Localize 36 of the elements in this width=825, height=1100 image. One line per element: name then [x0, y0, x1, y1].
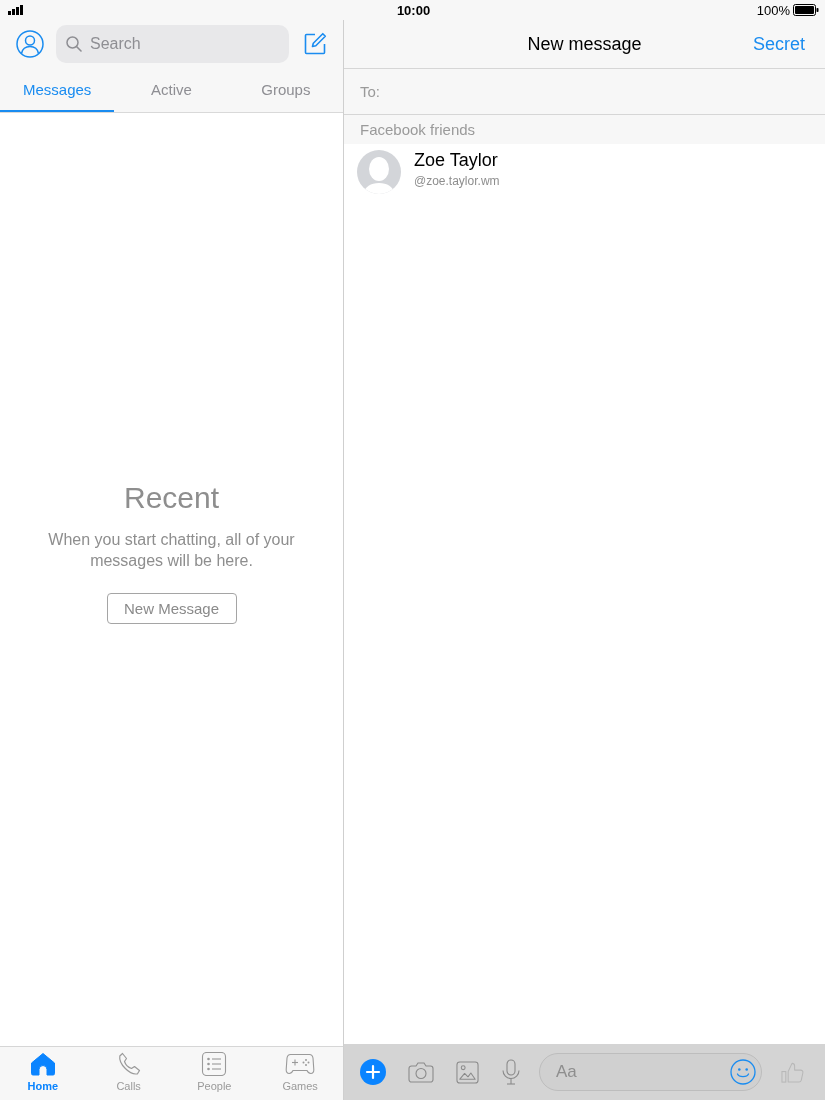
secret-button[interactable]: Secret — [752, 33, 805, 55]
emoji-icon[interactable] — [730, 1059, 756, 1085]
search-field[interactable]: Search — [56, 25, 289, 63]
tab[interactable]: Messages — [0, 68, 115, 112]
recipient-label: To: — [360, 83, 380, 100]
microphone-icon[interactable] — [501, 1059, 521, 1085]
thumbs-up-icon[interactable] — [781, 1060, 804, 1084]
avatar-icon — [357, 149, 401, 194]
tab-bar-item[interactable]: Games — [257, 1047, 343, 1100]
tab[interactable]: Groups — [228, 68, 343, 112]
tab[interactable]: Active — [114, 68, 229, 112]
section-header: Facebook friends — [344, 115, 825, 144]
battery-percent: 100% — [756, 2, 790, 18]
new-message-button[interactable]: New Message — [106, 592, 237, 624]
home-icon — [29, 1052, 56, 1076]
image-icon[interactable] — [456, 1060, 479, 1084]
message-field[interactable]: Aa — [539, 1053, 762, 1091]
camera-icon[interactable] — [408, 1061, 434, 1083]
search-icon — [66, 36, 82, 52]
battery-icon — [793, 4, 819, 16]
tab-bar-item[interactable]: People — [171, 1047, 258, 1100]
tab-bar-item[interactable]: Home — [0, 1047, 86, 1100]
screen-title: New message — [527, 33, 642, 55]
contact-name[interactable]: Zoe Taylor — [414, 149, 498, 171]
gamepad-icon — [285, 1052, 316, 1076]
signal-icon — [8, 5, 23, 15]
compose-icon[interactable] — [303, 32, 327, 56]
profile-icon[interactable] — [16, 30, 44, 58]
tab-bar-item[interactable]: Calls — [85, 1047, 172, 1100]
status-time: 10:00 — [396, 2, 431, 18]
contact-username: @zoe.taylor.wm — [414, 173, 500, 188]
contact-list-icon — [201, 1052, 228, 1076]
empty-message: When you start chatting, all of your messages will be here. — [47, 529, 296, 571]
recipient-field[interactable]: To: — [344, 69, 825, 115]
plus-icon[interactable] — [360, 1059, 386, 1085]
empty-title: Recent — [123, 480, 220, 515]
